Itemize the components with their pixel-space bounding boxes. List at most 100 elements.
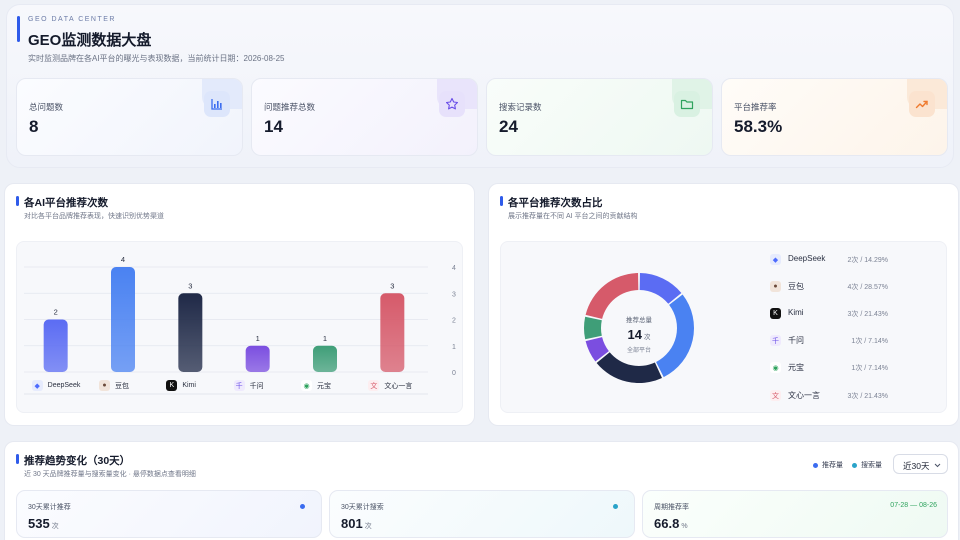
y-tick-label: 4 xyxy=(452,265,456,272)
legend-item[interactable]: 千千问 1次 / 7.14% xyxy=(770,334,888,348)
trend-card-value-row: 535 次 xyxy=(28,516,59,531)
wenxin-icon: 文 xyxy=(368,380,380,391)
bar-value-label: 3 xyxy=(390,281,394,290)
trend-card-recommend: 30天累计推荐 535 次 xyxy=(16,490,322,538)
trend-card-label: 30天累计推荐 xyxy=(28,504,71,511)
donut-slice-DeepSeek[interactable] xyxy=(639,273,682,304)
bar-value-label: 2 xyxy=(54,308,58,317)
x-axis-label-text: 文心一言 xyxy=(384,382,413,390)
x-axis-label-text: 千问 xyxy=(249,382,264,390)
legend-name: 文心一言 xyxy=(788,391,820,400)
range-select[interactable]: 近30天 xyxy=(893,454,948,474)
x-axis-label-text: 豆包 xyxy=(115,382,129,390)
qianwen-icon: 千 xyxy=(233,380,245,391)
stat-card-questions[interactable]: 总问题数 8 xyxy=(16,78,243,156)
deepseek-icon: ◆ xyxy=(31,380,43,391)
y-tick-label: 1 xyxy=(452,344,456,351)
stat-card-recommend-total[interactable]: 问题推荐总数 14 xyxy=(251,78,478,156)
trend-card-value: 801 xyxy=(341,516,363,531)
trend-up-icon xyxy=(909,91,935,117)
doubao-icon: ● xyxy=(770,281,781,292)
donut-center-value-row: 14 次 xyxy=(599,326,679,344)
deepseek-icon: ◆ xyxy=(770,254,781,265)
bar-panel-title: 各AI平台推荐次数 xyxy=(24,197,108,209)
x-axis-label: ◆ DeepSeek xyxy=(31,380,80,391)
legend-dot xyxy=(852,462,857,468)
trend-card-unit: 次 xyxy=(364,523,372,530)
page-title: GEO监测数据大盘 xyxy=(28,32,152,49)
bar-文心一言[interactable] xyxy=(380,293,405,372)
legend-item[interactable]: 文文心一言 3次 / 21.43% xyxy=(770,389,888,403)
donut-panel-title: 各平台推荐次数占比 xyxy=(508,197,603,209)
legend-item[interactable]: ◉ 元宝 1次 / 7.14% xyxy=(770,361,888,375)
trend-card-search: 30天累计搜索 801 次 xyxy=(329,490,635,538)
donut-panel-subtitle: 展示推荐量在不同 AI 平台之间的贡献结构 xyxy=(508,213,638,220)
doubao-icon: ● xyxy=(99,380,110,391)
page-subtitle: 实时监测品牌在各AI平台的曝光与表现数据，当前统计日期：2026-08-25 xyxy=(28,54,285,63)
legend-label: 推荐量 xyxy=(822,462,843,469)
folder-icon xyxy=(674,91,700,117)
legend-value: 3次 / 21.43% xyxy=(847,393,888,400)
legend-name: 元宝 xyxy=(788,363,804,372)
legend-item[interactable]: ● 豆包 4次 / 28.57% xyxy=(770,280,888,294)
legend-item[interactable]: ◆ DeepSeek 2次 / 14.29% xyxy=(770,253,888,267)
bar-chart-icon xyxy=(204,91,230,117)
x-axis-label: 千千问 xyxy=(233,380,264,391)
bar-千问[interactable] xyxy=(245,345,270,372)
legend-name: Kimi xyxy=(788,308,804,317)
yuanbao-icon: ◉ xyxy=(770,362,781,373)
trend-legend-recommend[interactable]: 推荐量 xyxy=(813,460,843,470)
legend-item[interactable]: K Kimi 3次 / 21.43% xyxy=(770,307,888,321)
star-icon xyxy=(439,91,465,117)
trend-card-value: 66.8 xyxy=(654,516,680,531)
bar-豆包[interactable] xyxy=(111,267,135,372)
bar-chart: 0 1 2 3 4 2 4 3 1 1 3 xyxy=(24,255,456,395)
kimi-icon: K xyxy=(770,308,781,319)
trend-title: 推荐趋势变化（30天） xyxy=(24,455,131,467)
stat-value: 14 xyxy=(264,117,283,136)
chevron-down-icon xyxy=(934,463,941,468)
donut-center-unit: 次 xyxy=(643,334,651,341)
legend-dot xyxy=(813,462,818,468)
trend-card-label: 周期推荐率 xyxy=(654,504,689,511)
stat-value: 58.3% xyxy=(734,117,783,136)
wenxin-icon: 文 xyxy=(770,390,781,401)
trend-card-dot xyxy=(613,504,618,509)
trend-card-value-row: 66.8% xyxy=(654,516,688,531)
x-axis-label: ● 豆包 xyxy=(99,380,129,391)
bar-DeepSeek[interactable] xyxy=(43,319,68,373)
yuanbao-icon: ◉ xyxy=(301,380,312,391)
bar-panel-subtitle: 对比各平台品牌推荐表现，快速识别优势渠道 xyxy=(24,213,164,220)
donut-center-value: 14 xyxy=(627,327,642,342)
trend-card-value-row: 801 次 xyxy=(341,516,372,531)
trend-card-label: 30天累计搜索 xyxy=(341,504,384,511)
bar-Kimi[interactable] xyxy=(178,293,203,372)
bar-value-label: 3 xyxy=(188,281,192,290)
y-tick-label: 0 xyxy=(452,370,456,377)
bar-元宝[interactable] xyxy=(313,345,337,372)
range-select-value: 近30天 xyxy=(903,461,930,471)
legend-name: 豆包 xyxy=(788,282,804,291)
stat-card-search-records[interactable]: 搜索记录数 24 xyxy=(486,78,713,156)
header-accent-bar xyxy=(17,16,20,42)
x-axis-label-text: 元宝 xyxy=(317,382,331,390)
x-axis-label-text: Kimi xyxy=(182,382,196,389)
legend-value: 4次 / 28.57% xyxy=(847,284,888,291)
y-tick-label: 2 xyxy=(452,318,456,325)
trend-legend-search[interactable]: 搜索量 xyxy=(852,460,882,470)
panel-accent-bar xyxy=(16,196,19,206)
legend-value: 1次 / 7.14% xyxy=(851,338,888,345)
stat-card-recommend-rate[interactable]: 平台推荐率 58.3% xyxy=(721,78,948,156)
trend-subtitle: 近 30 天品牌推荐量与搜索量变化 · 悬停数据点查看明细 xyxy=(24,471,196,478)
donut-slice-Kimi[interactable] xyxy=(596,352,662,383)
trend-card-rate: 周期推荐率 07-28 — 08-26 66.8% xyxy=(642,490,948,538)
donut-center-sub: 全部平台 xyxy=(626,348,651,354)
trend-card-value: 535 xyxy=(28,516,50,531)
kimi-icon: K xyxy=(166,380,178,391)
trend-card-unit: 次 xyxy=(51,523,59,530)
qianwen-icon: 千 xyxy=(770,335,781,346)
x-axis-label: 文文心一言 xyxy=(368,380,412,391)
donut-slice-文心一言[interactable] xyxy=(585,273,639,319)
header-eyebrow: GEO DATA CENTER xyxy=(28,16,116,23)
trend-card-unit: % xyxy=(681,523,688,530)
